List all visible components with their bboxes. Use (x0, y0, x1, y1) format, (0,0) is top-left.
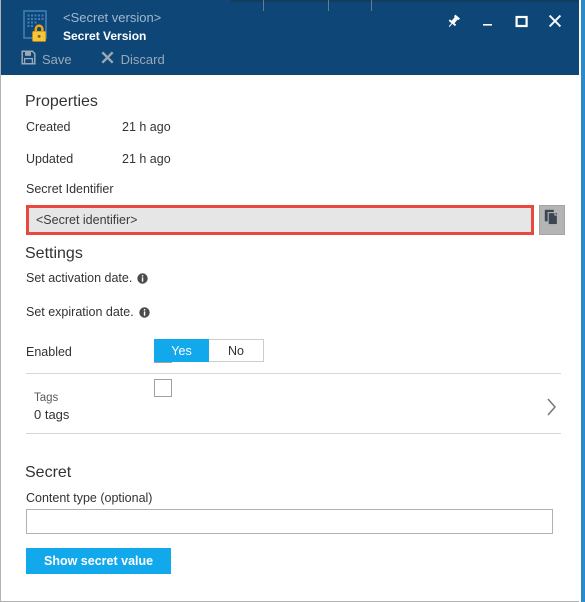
created-value: 21 h ago (122, 120, 171, 134)
secret-identifier-row: <Secret identifier> (26, 205, 565, 235)
discard-button[interactable]: Discard (94, 47, 171, 73)
created-label: Created (26, 120, 71, 134)
maximize-icon[interactable] (504, 8, 538, 34)
setting-row-activation: Set activation date. (26, 271, 186, 285)
updated-label: Updated (26, 152, 74, 166)
tabstrip-divider-1 (263, 0, 264, 11)
tabstrip-divider-2 (328, 0, 329, 11)
tags-count: 0 tags (34, 406, 70, 422)
close-icon[interactable] (538, 8, 572, 34)
chevron-right-icon (546, 397, 561, 417)
tags-text: Tags 0 tags (34, 391, 69, 424)
secret-identifier-label: Secret Identifier (26, 182, 114, 196)
minimize-icon[interactable] (470, 8, 504, 34)
settings-heading: Settings (25, 245, 83, 262)
enabled-toggle[interactable]: Yes No (154, 339, 264, 362)
content-type-label: Content type (optional) (26, 491, 153, 505)
copy-icon (544, 209, 560, 231)
properties-heading: Properties (25, 93, 98, 110)
tags-divider-top (26, 373, 561, 374)
enabled-toggle-no[interactable]: No (209, 339, 264, 362)
save-icon (21, 50, 36, 70)
save-button[interactable]: Save (15, 47, 78, 73)
pin-icon[interactable] (436, 8, 470, 34)
discard-icon (100, 50, 115, 70)
page-subtitle: Secret Version (63, 29, 147, 43)
tags-divider-bottom (26, 433, 561, 434)
blade-content: Properties Created 21 h ago Updated 21 h… (2, 75, 580, 601)
command-bar: Save Discard (15, 47, 171, 73)
activation-label: Set activation date. (26, 271, 133, 285)
save-label: Save (42, 52, 72, 67)
tabstrip-divider-3 (371, 0, 372, 11)
setting-row-expiration: Set expiration date. (26, 305, 186, 319)
window-controls (436, 8, 572, 34)
tags-row[interactable]: Tags 0 tags (34, 383, 561, 431)
property-row-created: Created 21 h ago (26, 120, 171, 134)
enabled-label: Enabled (26, 345, 72, 359)
blade-edge-accent[interactable] (581, 0, 585, 602)
expiration-label: Set expiration date. (26, 305, 134, 319)
content-type-input[interactable] (26, 509, 553, 534)
page-title: <Secret version> (63, 10, 162, 25)
expiration-label-group: Set expiration date. (26, 305, 150, 319)
activation-label-group: Set activation date. (26, 271, 149, 285)
secret-identifier-input[interactable]: <Secret identifier> (26, 205, 534, 235)
discard-label: Discard (120, 52, 165, 67)
show-secret-value-button[interactable]: Show secret value (26, 548, 172, 574)
secret-heading: Secret (25, 464, 72, 481)
enabled-toggle-yes[interactable]: Yes (154, 339, 209, 362)
updated-value: 21 h ago (122, 152, 171, 166)
copy-to-clipboard-button[interactable] (539, 205, 565, 235)
title-block: <Secret version> Secret Version (63, 10, 161, 44)
secret-version-window: <Secret version> Secret Version Save Dis… (0, 0, 585, 602)
property-row-updated: Updated 21 h ago (26, 152, 171, 166)
tags-title: Tags (34, 391, 59, 404)
info-icon[interactable] (139, 306, 150, 318)
tabstrip-separator (231, 0, 582, 2)
secret-lock-icon (21, 9, 55, 43)
info-icon[interactable] (137, 272, 149, 284)
